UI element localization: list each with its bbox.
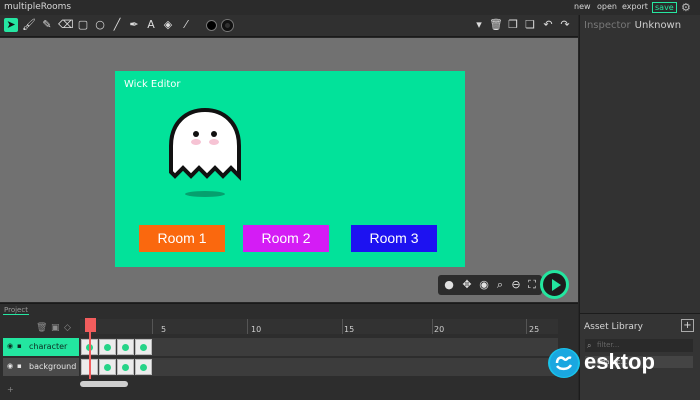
inspector-title: Inspector bbox=[584, 20, 631, 31]
canvas-area[interactable]: Wick Editor Room 1 Room 2 Room 3 ● ✥ ◉ ⌕… bbox=[0, 38, 578, 302]
tab-project[interactable]: Project bbox=[3, 306, 29, 315]
timeline-ruler[interactable]: 5 10 15 20 25 bbox=[80, 319, 558, 334]
zoom-out-icon[interactable]: ⊖ bbox=[509, 278, 523, 292]
watermark-logo-icon bbox=[548, 348, 580, 378]
add-asset-icon[interactable]: + bbox=[681, 319, 694, 332]
keyframe-dot bbox=[122, 344, 129, 351]
playhead-line bbox=[89, 331, 91, 379]
project-title: multipleRooms bbox=[4, 2, 72, 12]
frame[interactable] bbox=[135, 339, 152, 355]
keyframe-dot bbox=[104, 364, 111, 371]
keyframe-dot bbox=[104, 344, 111, 351]
pencil-tool-icon[interactable]: ✎ bbox=[40, 18, 54, 32]
copy-icon[interactable]: ❐ bbox=[506, 18, 520, 32]
keyframe-dot bbox=[140, 364, 147, 371]
canvas-controls: ● ✥ ◉ ⌕ ⊖ ⛶ bbox=[438, 275, 542, 295]
ruler-label-25: 25 bbox=[529, 325, 540, 334]
ellipse-tool-icon[interactable]: ○ bbox=[93, 18, 107, 32]
pen-tool-icon[interactable]: ✒ bbox=[127, 18, 141, 32]
ruler-label-10: 10 bbox=[251, 325, 262, 334]
layer-character[interactable]: ◉ ▪ character bbox=[3, 338, 79, 356]
eye-icon[interactable]: ◉ bbox=[7, 342, 13, 350]
inspector-panel: Inspector Unknown bbox=[579, 15, 700, 313]
lock-icon[interactable]: ▪ bbox=[17, 362, 22, 370]
menu-new[interactable]: new bbox=[574, 2, 591, 11]
ruler-tick bbox=[526, 319, 527, 334]
room-2-button[interactable]: Room 2 bbox=[243, 225, 329, 252]
inspector-header: Inspector Unknown bbox=[584, 20, 681, 31]
fill-bucket-tool-icon[interactable]: ◈ bbox=[161, 18, 175, 32]
asset-library-title: Asset Library bbox=[584, 322, 643, 332]
brush-tool-icon[interactable]: 🖌 bbox=[22, 18, 36, 32]
layer-name: character bbox=[29, 342, 68, 351]
ghost-character[interactable] bbox=[165, 104, 245, 204]
save-button[interactable]: save bbox=[652, 2, 677, 13]
frame[interactable] bbox=[117, 339, 134, 355]
fullscreen-icon[interactable]: ⛶ bbox=[525, 278, 539, 292]
ruler-tick bbox=[152, 319, 153, 334]
watermark: esktop bbox=[548, 348, 698, 378]
layer-name: background bbox=[29, 362, 77, 371]
wick-editor-app: multipleRooms new open export save ⚙ ➤ 🖌… bbox=[0, 0, 700, 400]
frame[interactable] bbox=[99, 339, 116, 355]
eye-icon[interactable]: ◉ bbox=[7, 362, 13, 370]
pan-icon[interactable]: ✥ bbox=[460, 278, 474, 292]
text-tool-icon[interactable]: A bbox=[144, 18, 158, 32]
add-layer-icon[interactable]: + bbox=[7, 385, 14, 394]
lock-icon[interactable]: ▪ bbox=[17, 342, 22, 350]
watermark-text: esktop bbox=[584, 349, 655, 374]
frames-row-background[interactable] bbox=[80, 358, 558, 376]
fill-color-swatch[interactable] bbox=[206, 20, 217, 31]
stage[interactable]: Wick Editor Room 1 Room 2 Room 3 bbox=[115, 71, 465, 267]
copy-frame-icon[interactable]: ▣ bbox=[51, 323, 60, 333]
onion-skin-icon[interactable]: ● bbox=[442, 278, 456, 292]
rectangle-tool-icon[interactable]: ▢ bbox=[76, 18, 90, 32]
keyframe-dot bbox=[122, 364, 129, 371]
zoom-in-icon[interactable]: ⌕ bbox=[493, 278, 507, 292]
room-3-button[interactable]: Room 3 bbox=[351, 225, 437, 252]
frame[interactable] bbox=[117, 359, 134, 375]
keyframe-dot bbox=[140, 344, 147, 351]
paste-icon[interactable]: ❏ bbox=[523, 18, 537, 32]
ruler-tick bbox=[342, 319, 343, 334]
timeline-scrollbar[interactable] bbox=[80, 381, 128, 387]
playhead[interactable] bbox=[85, 318, 96, 332]
inspector-selection: Unknown bbox=[634, 20, 682, 31]
dropdown-icon[interactable]: ▾ bbox=[472, 18, 486, 32]
cursor-tool-icon[interactable]: ➤ bbox=[4, 18, 18, 32]
ruler-tick bbox=[432, 319, 433, 334]
toolbar: ➤ 🖌 ✎ ⌫ ▢ ○ ╱ ✒ A ◈ ⁄ ▾ 🗑 ❐ ❏ ↶ ↷ bbox=[0, 15, 578, 37]
line-tool-icon[interactable]: ╱ bbox=[110, 18, 124, 32]
frame[interactable] bbox=[135, 359, 152, 375]
ruler-tick bbox=[247, 319, 248, 334]
ruler-label-20: 20 bbox=[434, 325, 445, 334]
undo-icon[interactable]: ↶ bbox=[541, 18, 555, 32]
delete-icon[interactable]: 🗑 bbox=[489, 18, 503, 32]
eyedropper-tool-icon[interactable]: ⁄ bbox=[179, 18, 193, 32]
stage-title-text: Wick Editor bbox=[124, 79, 181, 90]
gear-icon[interactable]: ⚙ bbox=[681, 1, 691, 14]
eraser-tool-icon[interactable]: ⌫ bbox=[58, 18, 74, 32]
stroke-color-swatch[interactable] bbox=[222, 20, 233, 31]
layer-background[interactable]: ◉ ▪ background bbox=[3, 358, 79, 376]
ruler-label-5: 5 bbox=[161, 325, 167, 334]
frames-row-character[interactable] bbox=[80, 338, 558, 356]
menu-export[interactable]: export bbox=[622, 2, 648, 11]
timeline-panel: Project 🗑 ▣ ◇ 5 10 15 20 25 ◉ ▪ characte… bbox=[0, 303, 578, 400]
delete-layer-icon[interactable]: 🗑 bbox=[36, 323, 47, 333]
play-button[interactable] bbox=[540, 270, 569, 299]
recenter-icon[interactable]: ◉ bbox=[477, 278, 491, 292]
menubar: multipleRooms new open export save ⚙ bbox=[0, 0, 700, 15]
room-1-button[interactable]: Room 1 bbox=[139, 225, 225, 252]
menu-open[interactable]: open bbox=[597, 2, 617, 11]
redo-icon[interactable]: ↷ bbox=[558, 18, 572, 32]
frame[interactable] bbox=[99, 359, 116, 375]
ruler-label-15: 15 bbox=[344, 325, 355, 334]
keyframe-icon[interactable]: ◇ bbox=[64, 323, 71, 333]
